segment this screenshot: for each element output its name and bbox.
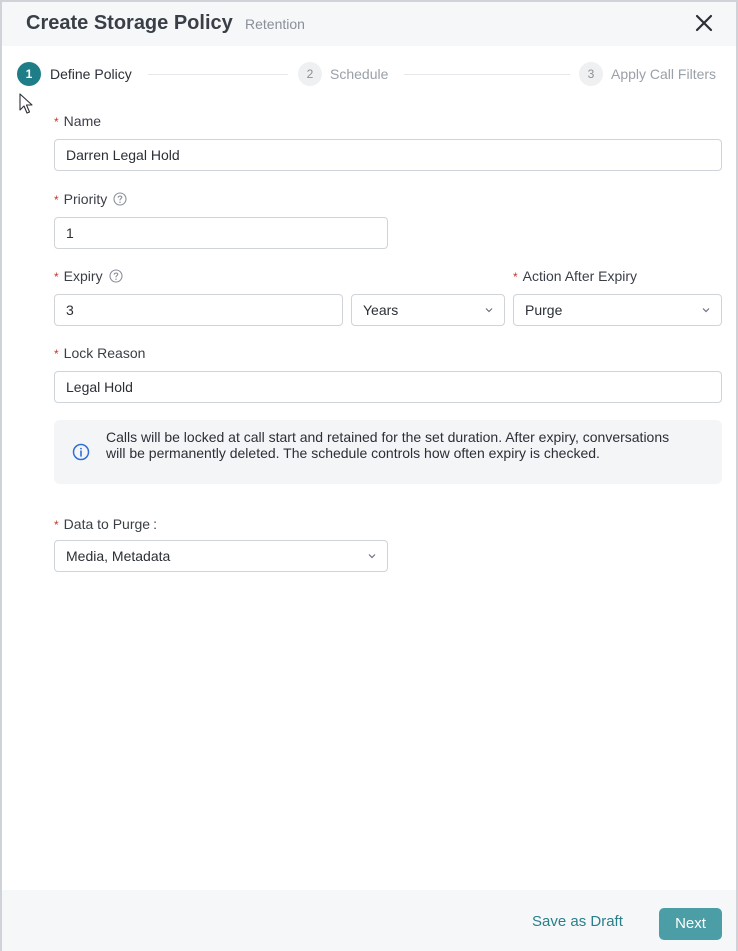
name-label: * Name bbox=[54, 113, 102, 129]
priority-label: * Priority bbox=[54, 191, 127, 207]
step-2-label[interactable]: Schedule bbox=[330, 66, 388, 82]
step-3-number: 3 bbox=[579, 62, 603, 86]
save-as-draft-button[interactable]: Save as Draft bbox=[532, 913, 623, 930]
lock-reason-input[interactable]: Legal Hold bbox=[54, 371, 722, 403]
help-icon[interactable] bbox=[113, 192, 127, 206]
expiry-label: * Expiry bbox=[54, 268, 123, 284]
dialog-subtitle: Retention bbox=[245, 16, 305, 32]
dialog-footer: Save as Draft Next bbox=[2, 890, 736, 951]
action-after-expiry-select[interactable]: Purge bbox=[513, 294, 722, 326]
data-to-purge-select[interactable]: Media, Metadata bbox=[54, 540, 388, 572]
close-button[interactable] bbox=[692, 11, 716, 35]
step-2-number: 2 bbox=[298, 62, 322, 86]
expiry-unit-value: Years bbox=[363, 302, 399, 318]
help-icon[interactable] bbox=[109, 269, 123, 283]
chevron-down-icon bbox=[485, 308, 493, 313]
required-mark: * bbox=[54, 270, 59, 284]
action-after-expiry-value: Purge bbox=[525, 302, 563, 318]
create-storage-policy-dialog: Create Storage Policy Retention 1 Define… bbox=[0, 0, 738, 951]
step-1-label[interactable]: Define Policy bbox=[50, 66, 132, 82]
stepper: 1 Define Policy 2 Schedule 3 Apply Call … bbox=[2, 60, 736, 90]
close-icon bbox=[695, 14, 713, 32]
required-mark: * bbox=[513, 270, 518, 284]
info-text: Calls will be locked at call start and r… bbox=[106, 429, 670, 461]
chevron-down-icon bbox=[368, 554, 376, 559]
step-3-label[interactable]: Apply Call Filters bbox=[611, 66, 716, 82]
expiry-input[interactable]: 3 bbox=[54, 294, 343, 326]
expiry-unit-select[interactable]: Years bbox=[351, 294, 505, 326]
mouse-pointer-icon bbox=[19, 93, 33, 114]
required-mark: * bbox=[54, 347, 59, 361]
lock-reason-label: * Lock Reason bbox=[54, 345, 146, 361]
dialog-header: Create Storage Policy Retention bbox=[2, 2, 736, 46]
dialog-title: Create Storage Policy bbox=[26, 12, 233, 34]
data-to-purge-value: Media, Metadata bbox=[66, 548, 171, 564]
required-mark: * bbox=[54, 518, 59, 532]
step-connector bbox=[404, 74, 570, 75]
step-1-number: 1 bbox=[17, 62, 41, 86]
next-button[interactable]: Next bbox=[659, 908, 722, 940]
step-connector bbox=[148, 74, 288, 75]
required-mark: * bbox=[54, 115, 59, 129]
required-mark: * bbox=[54, 193, 59, 207]
name-input[interactable]: Darren Legal Hold bbox=[54, 139, 722, 171]
priority-input[interactable]: 1 bbox=[54, 217, 388, 249]
info-circle-icon bbox=[72, 443, 90, 461]
action-after-expiry-label: * Action After Expiry bbox=[513, 268, 638, 284]
data-to-purge-label: * Data to Purge: bbox=[54, 516, 157, 532]
chevron-down-icon bbox=[702, 308, 710, 313]
info-banner: Calls will be locked at call start and r… bbox=[54, 420, 722, 484]
